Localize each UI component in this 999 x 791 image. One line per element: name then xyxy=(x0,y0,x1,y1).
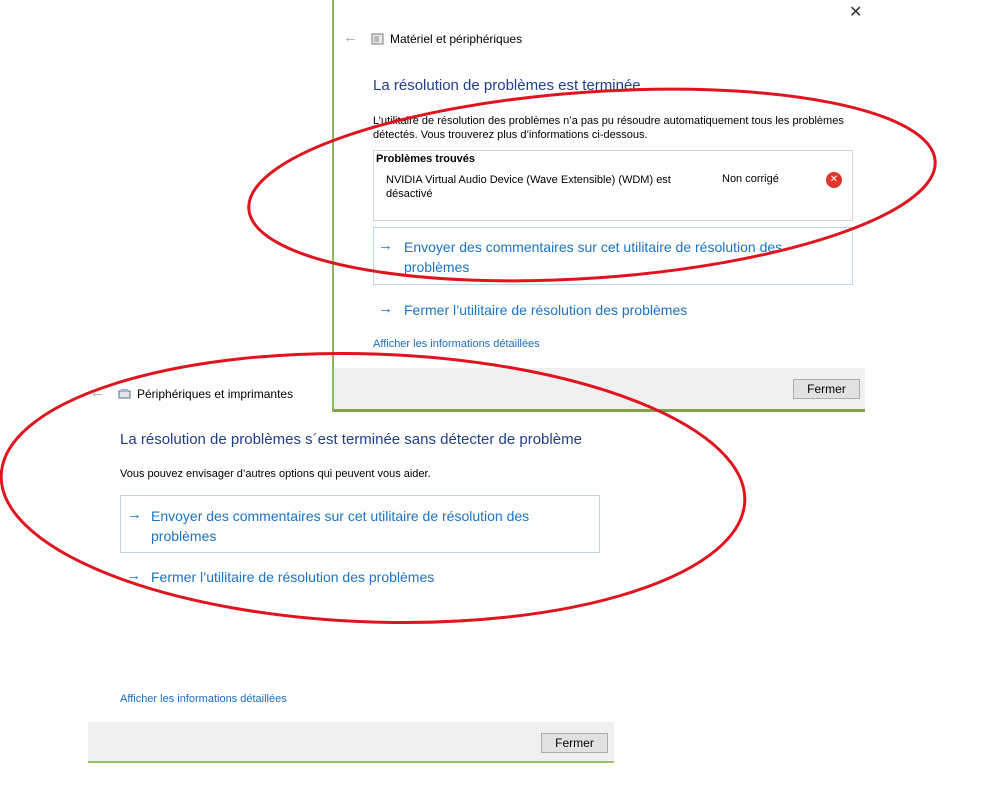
annotation-ellipse-top xyxy=(247,87,937,283)
annotation-overlay xyxy=(0,87,937,625)
annotation-ellipse-bottom xyxy=(0,351,747,625)
